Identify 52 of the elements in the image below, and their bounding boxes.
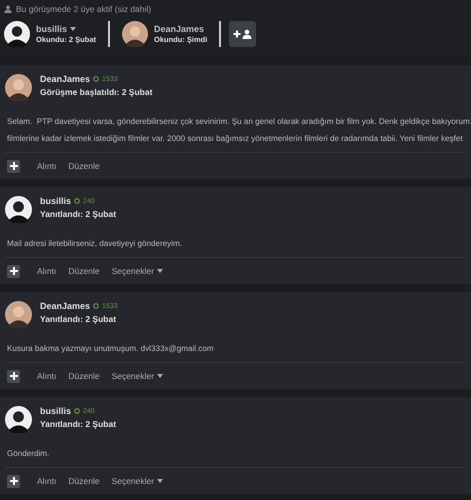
invite-button[interactable] xyxy=(229,21,256,47)
action-link[interactable]: Düzenle xyxy=(68,161,100,171)
action-link[interactable]: Düzenle xyxy=(68,476,100,486)
message-text: filmlerine kadar izlemek istediğim filmler var. 2000 sonrası bağımsız yönetmenlerin filmleri de radarımda tabii. Yeni filmler keşfet xyxy=(7,133,463,145)
action-link[interactable]: Alıntı xyxy=(37,266,56,276)
avatar xyxy=(122,21,148,47)
participants-note: Bu görüşmede 2 üye aktif (siz dahil) xyxy=(16,4,152,14)
post-date: Görüşme başlatıldı: 2 Şubat xyxy=(40,87,152,97)
plus-icon xyxy=(10,372,18,380)
participant-name[interactable]: busillis xyxy=(36,24,68,34)
options-menu[interactable]: Seçenekler xyxy=(112,476,154,486)
avatar xyxy=(4,21,30,47)
post-date: Yanıtlandı: 2 Şubat xyxy=(40,209,116,219)
author-name[interactable]: DeanJames xyxy=(40,301,90,311)
options-menu[interactable]: Seçenekler xyxy=(112,371,154,381)
avatar xyxy=(5,196,32,223)
action-link[interactable]: Düzenle xyxy=(68,266,100,276)
avatar xyxy=(5,301,32,328)
participant-name[interactable]: DeanJames xyxy=(154,24,204,34)
message-text: Kusura bakma yazmayı unutmuşum. dvl333x@gmail.com xyxy=(7,343,214,355)
plus-icon xyxy=(10,162,18,170)
plus-button[interactable] xyxy=(7,264,20,278)
plus-button[interactable] xyxy=(7,474,20,488)
author-name[interactable]: busillis xyxy=(40,196,72,206)
author-name[interactable]: busillis xyxy=(40,406,72,416)
add-user-icon xyxy=(232,29,253,39)
plus-button[interactable] xyxy=(7,160,20,172)
plus-button[interactable] xyxy=(7,370,20,382)
plus-icon xyxy=(10,477,18,485)
action-link[interactable]: Alıntı xyxy=(37,371,56,381)
points-icon xyxy=(74,408,80,414)
caret-icon[interactable] xyxy=(157,269,164,273)
message-text: Selam. PTP davetiyesi varsa, gönderebilirseniz çok sevinirim. Şu an genel olarak aradığım bir film yok. Denk geldikçe bakıyorum. xyxy=(7,116,471,128)
avatar xyxy=(5,74,32,101)
caret-icon[interactable] xyxy=(157,479,164,483)
action-link[interactable]: Düzenle xyxy=(68,371,100,381)
avatar xyxy=(5,406,32,433)
points-icon xyxy=(93,303,100,309)
options-menu[interactable]: Seçenekler xyxy=(112,266,154,276)
caret-icon[interactable] xyxy=(70,27,76,31)
points-icon xyxy=(93,76,100,82)
user-icon xyxy=(4,5,12,13)
message-text: Gönderdim. xyxy=(7,448,50,460)
plus-icon xyxy=(10,267,18,275)
action-link[interactable]: Alıntı xyxy=(37,161,56,171)
caret-icon[interactable] xyxy=(157,374,164,378)
message-text: Mail adresi iletebilirseniz, davetiyeyi göndereyim. xyxy=(7,238,182,250)
post-date: Yanıtlandı: 2 Şubat xyxy=(40,314,118,324)
author-name[interactable]: DeanJames xyxy=(40,74,90,84)
points-icon xyxy=(74,198,80,204)
post-date: Yanıtlandı: 2 Şubat xyxy=(40,419,116,429)
action-link[interactable]: Alıntı xyxy=(37,476,56,486)
